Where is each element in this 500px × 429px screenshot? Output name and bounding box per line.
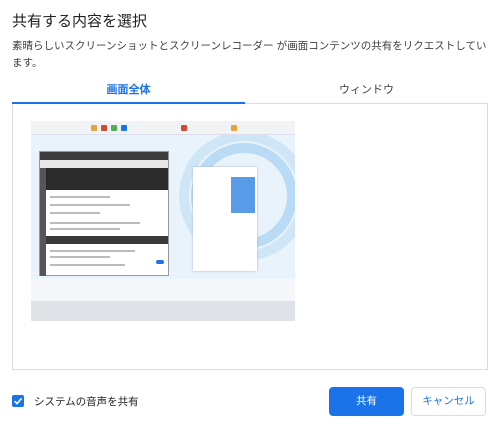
dialog-footer: システムの音声を共有 共有 キャンセル <box>12 387 488 417</box>
cancel-button[interactable]: キャンセル <box>411 387 486 416</box>
source-preview-area <box>12 104 488 370</box>
share-button[interactable]: 共有 <box>329 387 404 416</box>
system-audio-label[interactable]: システムの音声を共有 <box>34 394 139 409</box>
thumbnail-app-window <box>39 151 169 276</box>
tab-entire-screen[interactable]: 画面全体 <box>12 82 245 104</box>
dialog-subtitle: 素晴らしいスクリーンショットとスクリーンレコーダー が画面コンテンツの共有をリク… <box>12 40 487 69</box>
entire-screen-thumbnail[interactable] <box>31 121 295 321</box>
thumbnail-background-window <box>193 167 257 271</box>
thumbnail-taskbar <box>31 301 295 321</box>
thumbnail-taskbar-area <box>31 279 295 303</box>
system-audio-checkbox[interactable] <box>12 395 24 407</box>
source-tabs: 画面全体 ウィンドウ <box>12 82 488 104</box>
share-screen-dialog: 共有する内容を選択 素晴らしいスクリーンショットとスクリーンレコーダー が画面コ… <box>0 0 500 429</box>
checkmark-icon <box>13 397 23 405</box>
dialog-title: 共有する内容を選択 <box>12 12 148 30</box>
tab-window[interactable]: ウィンドウ <box>245 82 488 104</box>
thumbnail-browser-bar <box>31 121 295 135</box>
